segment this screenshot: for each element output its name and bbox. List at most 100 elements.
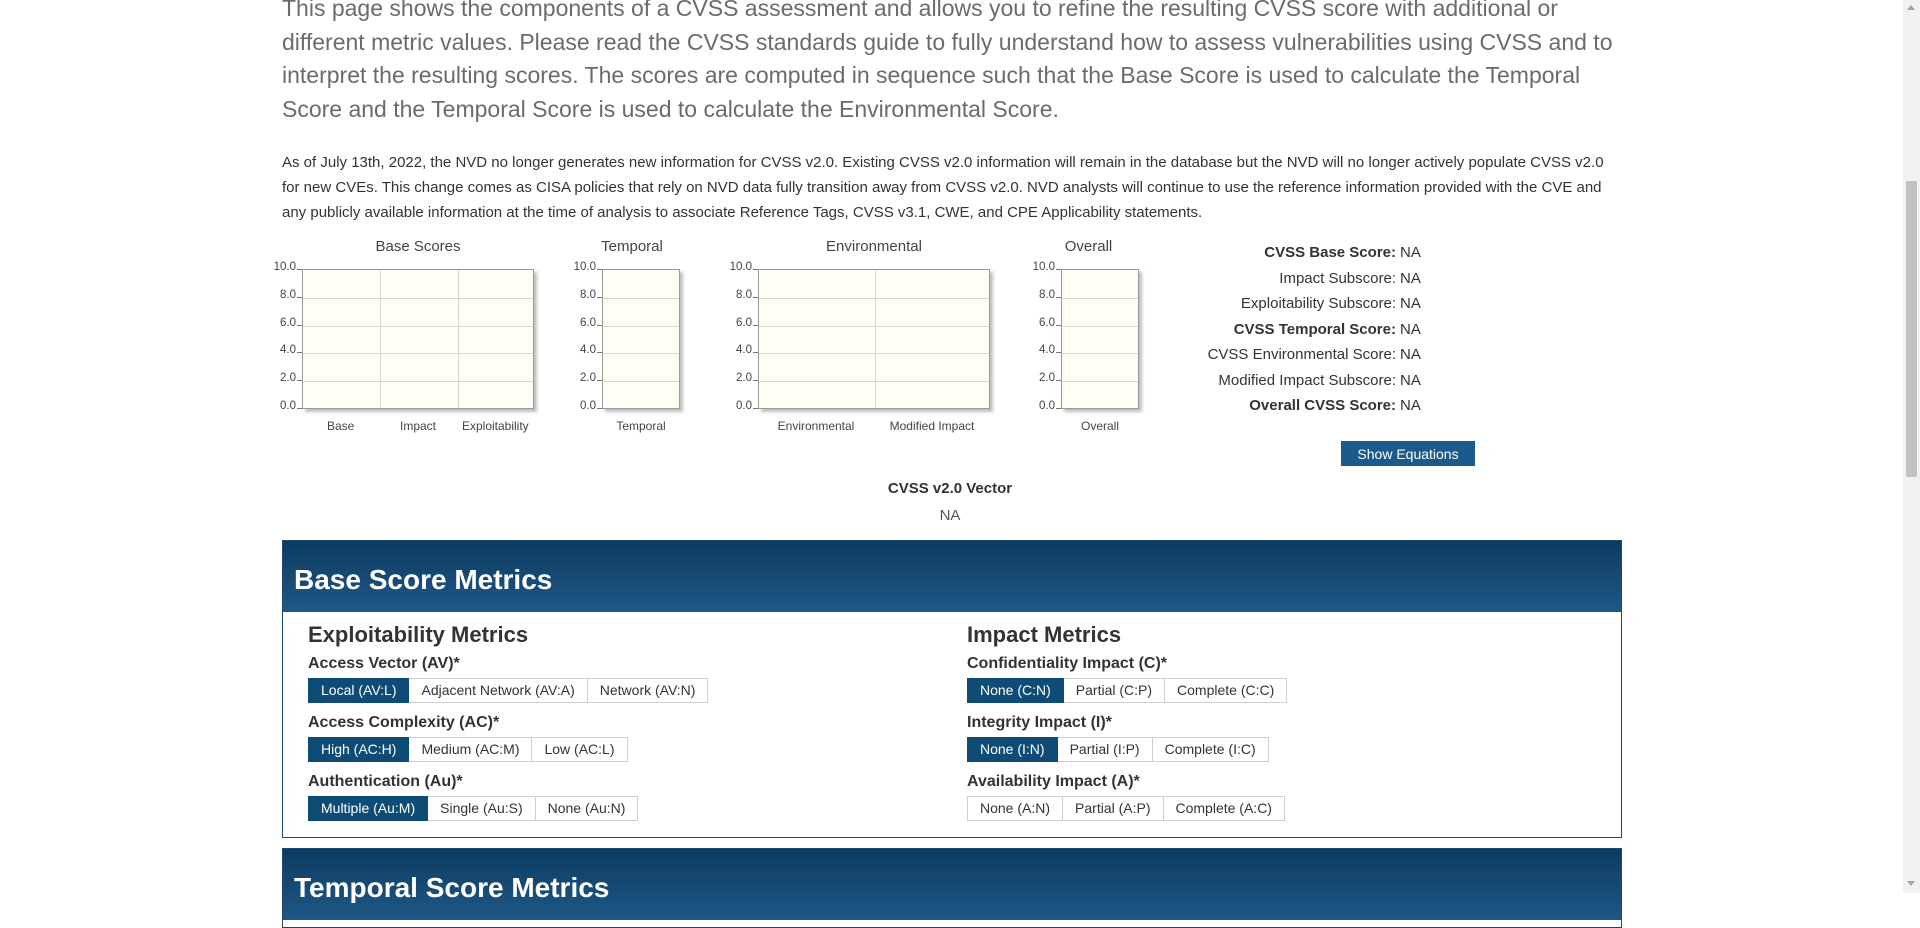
y-tick-mark [753,324,758,326]
metric-option-group: None (C:N) Partial (C:P) Complete (C:C) [967,678,1288,703]
score-value: NA [1400,269,1421,287]
metric-option-button[interactable]: Partial (C:P) [1063,678,1166,703]
metric-option-button[interactable]: None (Au:N) [535,796,639,821]
score-row: CVSS Temporal Score: NA [1180,317,1480,343]
x-tick-label: Environmental [777,419,855,433]
base-score-metrics-panel: Base Score Metrics Exploitability Metric… [282,540,1622,838]
metric-title: Confidentiality Impact (C)* [967,655,1168,672]
metric-option-button[interactable]: Complete (A:C) [1163,796,1285,821]
panel-title: Base Score Metrics [283,541,1621,612]
y-tick-label: 2.0 [580,372,596,385]
y-tick-label: 8.0 [280,288,296,301]
metric-title: Availability Impact (A)* [967,773,1140,790]
gridline [759,353,989,355]
y-tick-mark [597,352,602,354]
score-value: NA [1400,397,1421,414]
y-tick-label: 2.0 [1039,372,1055,385]
gridline [457,270,459,408]
vector-value: NA [939,507,961,524]
chart-title: Temporal [601,238,663,255]
metric-option-group: None (I:N) Partial (I:P) Complete (I:C) [967,737,1287,762]
y-tick-label: 0.0 [1039,400,1055,412]
y-tick-mark [1056,269,1061,270]
metric-title: Access Vector (AV)* [308,655,460,672]
scroll-up-arrow[interactable] [1907,5,1915,10]
score-label: CVSS Temporal Score: [1233,320,1396,338]
metric-option-button[interactable]: Network (AV:N) [587,678,709,703]
y-tick-label: 0.0 [736,400,752,412]
score-row: CVSS Base Score: NA [1180,240,1480,266]
temporal-score-metrics-panel: Temporal Score Metrics [282,848,1622,928]
show-equations-button[interactable]: Show Equations [1341,441,1475,466]
metric-title: Integrity Impact (I)* [967,714,1112,731]
gridline [759,297,989,299]
metric-option-button[interactable]: Adjacent Network (AV:A) [409,678,588,703]
scroll-down-arrow[interactable] [1907,881,1915,886]
gridline [1062,353,1138,355]
metric-title: Authentication (Au)* [308,773,463,790]
metric-option-button[interactable]: Complete (I:C) [1152,737,1269,762]
metric-option-button[interactable]: Partial (I:P) [1057,737,1153,762]
metric-option-button[interactable]: None (C:N) [967,678,1064,703]
metric-option-button[interactable]: Partial (A:P) [1063,796,1164,821]
gridline [1062,381,1138,383]
exploitability-metrics: Exploitability Metrics Access Vector (AV… [308,620,709,827]
metric-title: Access Complexity (AC)* [308,714,500,731]
y-tick-label: 8.0 [1039,288,1055,301]
x-tick-label: Temporal [616,419,666,433]
vector-title: CVSS v2.0 Vector [887,480,1013,497]
y-tick-label: 6.0 [1039,316,1055,329]
metric-option-group: Multiple (Au:M) Single (Au:S) None (Au:N) [308,796,708,821]
y-tick-label: 6.0 [736,316,752,329]
y-tick-mark [753,296,758,298]
score-value: NA [1400,295,1421,312]
score-label: Overall CVSS Score: [1249,397,1396,414]
x-tick-label: Overall [1080,419,1119,433]
impact-metrics: Impact Metrics Confidentiality Impact (C… [967,620,1288,827]
score-label: CVSS Base Score: [1264,244,1396,261]
y-tick-label: 10.0 [1032,261,1055,273]
score-value: NA [1400,371,1421,389]
gridline [1062,325,1138,327]
y-tick-mark [597,324,602,326]
gridline [380,270,382,408]
y-tick-label: 10.0 [273,261,296,273]
cvss-v2-notice: As of July 13th, 2022, the NVD no longer… [282,154,1604,221]
score-label: Exploitability Subscore: [1240,295,1396,312]
metric-option-button[interactable]: None (A:N) [967,796,1064,821]
metric-option-button[interactable]: Low (AC:L) [532,737,628,762]
y-tick-mark [753,352,758,354]
score-value: NA [1400,346,1421,363]
y-tick-mark [297,380,302,382]
metric-option-button[interactable]: Medium (AC:M) [409,737,533,762]
scroll-thumb[interactable] [1906,181,1917,477]
y-tick-label: 6.0 [280,316,296,329]
y-tick-mark [1056,408,1061,409]
metric-option-button[interactable]: Complete (C:C) [1165,678,1288,703]
metric-option-group: None (A:N) Partial (A:P) Complete (A:C) [967,796,1287,821]
y-tick-label: 10.0 [573,261,596,273]
y-tick-mark [297,324,302,326]
chart-plot-area [1061,269,1139,409]
intro-paragraph: This page shows the components of a CVSS… [282,0,1613,122]
gridline [875,270,876,408]
metric-option-button[interactable]: High (AC:H) [308,737,410,762]
gridline [303,297,533,299]
metric-option-button[interactable]: Single (Au:S) [428,796,536,821]
y-tick-label: 4.0 [736,344,752,357]
y-tick-label: 0.0 [280,400,296,412]
gridline [603,297,679,299]
metric-option-button[interactable]: Local (AV:L) [308,678,410,703]
x-tick-label: Exploitability [461,419,529,433]
chart-title: Base Scores [375,238,461,255]
page-scrollbar[interactable] [1903,0,1920,893]
metric-option-group: Local (AV:L) Adjacent Network (AV:A) Netwo… [308,678,709,703]
chart-title: Environmental [826,238,922,255]
metric-option-button[interactable]: Multiple (Au:M) [308,796,429,821]
y-tick-label: 4.0 [580,344,596,357]
section-title: Exploitability Metrics [308,622,529,647]
score-label: Impact Subscore: [1279,269,1396,287]
x-tick-label: Modified Impact [889,419,975,433]
metric-option-button[interactable]: None (I:N) [967,737,1058,762]
y-tick-mark [297,269,302,270]
